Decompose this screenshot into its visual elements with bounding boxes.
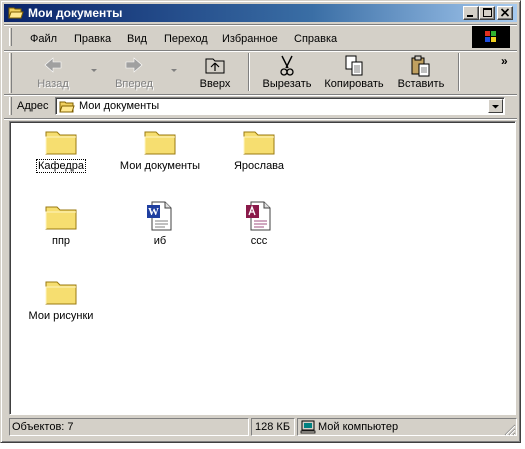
minimize-icon: [467, 15, 473, 17]
paste-label: Вставить: [397, 78, 445, 90]
word-document-icon: W: [147, 201, 172, 231]
menu-go[interactable]: Переход: [164, 33, 208, 46]
status-zone: Мой компьютер: [297, 418, 517, 436]
my-computer-icon: [300, 420, 316, 434]
window-title: Мои документы: [28, 6, 123, 20]
menu-help[interactable]: Справка: [294, 33, 337, 46]
title-bar[interactable]: Мои документы: [4, 4, 517, 22]
menu-file[interactable]: Файл: [30, 33, 57, 46]
cut-button[interactable]: Вырезать: [255, 53, 319, 95]
document-item[interactable]: W иб: [115, 201, 205, 247]
scissors-icon: [280, 55, 294, 76]
resize-grip-icon[interactable]: [504, 424, 516, 436]
document-item[interactable]: ссс: [214, 201, 304, 247]
close-icon: [500, 8, 510, 17]
address-field[interactable]: Мои документы: [55, 97, 505, 115]
up-label: Вверх: [199, 78, 231, 90]
folder-icon: [243, 131, 275, 155]
item-label: Ярослава: [233, 160, 285, 172]
minimize-button[interactable]: [463, 6, 479, 20]
access-document-icon: [246, 201, 271, 231]
explorer-window: Мои документы Файл Правка Вид Переход Из…: [0, 0, 521, 443]
copy-label: Копировать: [324, 78, 384, 90]
copy-button[interactable]: Копировать: [321, 53, 387, 95]
folder-item[interactable]: Ярослава: [214, 126, 304, 172]
maximize-button[interactable]: [479, 6, 495, 20]
back-button[interactable]: Назад: [23, 53, 83, 95]
menu-favorites[interactable]: Избранное: [222, 33, 278, 46]
toolbar-divider-end: [458, 53, 460, 91]
menu-view[interactable]: Вид: [127, 33, 147, 46]
address-separator-top: [4, 94, 517, 96]
menu-separator-top: [4, 24, 517, 26]
item-label: иб: [153, 235, 167, 247]
folder-item[interactable]: Мои рисунки: [16, 276, 106, 322]
address-dropdown-button[interactable]: [488, 99, 503, 113]
folder-up-icon: [205, 58, 225, 74]
back-arrow-icon: [44, 57, 62, 73]
back-label: Назад: [37, 78, 69, 90]
item-label: Мои рисунки: [28, 310, 94, 322]
chevron-down-icon: [492, 105, 499, 109]
toolbar-grip[interactable]: [9, 53, 12, 93]
address-label: Адрес: [17, 100, 49, 112]
item-label: Кафедра: [35, 159, 87, 173]
svg-text:W: W: [148, 206, 159, 218]
file-list-view[interactable]: Кафедра Мои документы Ярослава ппр W иб …: [9, 121, 516, 415]
cut-label: Вырезать: [262, 78, 312, 90]
address-value[interactable]: Мои документы: [79, 100, 159, 112]
item-label: ппр: [51, 235, 71, 247]
folder-item[interactable]: Кафедра: [16, 126, 106, 173]
menubar-grip[interactable]: [9, 28, 12, 46]
address-grip[interactable]: [9, 97, 12, 115]
open-folder-icon: [8, 7, 24, 19]
status-size: 128 КБ: [251, 418, 295, 436]
close-button[interactable]: [497, 6, 513, 20]
maximize-icon: [483, 8, 492, 17]
toolbar-separator-top: [4, 50, 517, 52]
folder-icon: [59, 101, 75, 113]
folder-icon: [45, 131, 77, 155]
copy-icon: [345, 55, 363, 76]
back-dropdown-arrow[interactable]: [91, 69, 97, 72]
folder-item[interactable]: ппр: [16, 201, 106, 247]
windows-flag-icon: [485, 31, 496, 42]
folder-icon: [144, 131, 176, 155]
paste-button[interactable]: Вставить: [391, 53, 451, 95]
forward-button[interactable]: Вперед: [101, 53, 167, 95]
up-button[interactable]: Вверх: [189, 53, 241, 95]
item-label: Мои документы: [119, 160, 201, 172]
status-location: Мой компьютер: [318, 421, 399, 433]
folder-icon: [45, 206, 77, 230]
toolbar-divider: [248, 53, 250, 91]
toolbar-overflow-chevron[interactable]: »: [501, 54, 508, 68]
item-label: ссс: [250, 235, 268, 247]
windows-logo: [472, 26, 510, 48]
forward-arrow-icon: [125, 57, 143, 73]
folder-item[interactable]: Мои документы: [115, 126, 205, 172]
paste-icon: [411, 55, 430, 77]
address-separator-bottom: [4, 118, 517, 120]
folder-icon: [45, 281, 77, 305]
menu-edit[interactable]: Правка: [74, 33, 111, 46]
forward-label: Вперед: [115, 78, 153, 90]
forward-dropdown-arrow[interactable]: [171, 69, 177, 72]
status-object-count: Объектов: 7: [9, 418, 249, 436]
